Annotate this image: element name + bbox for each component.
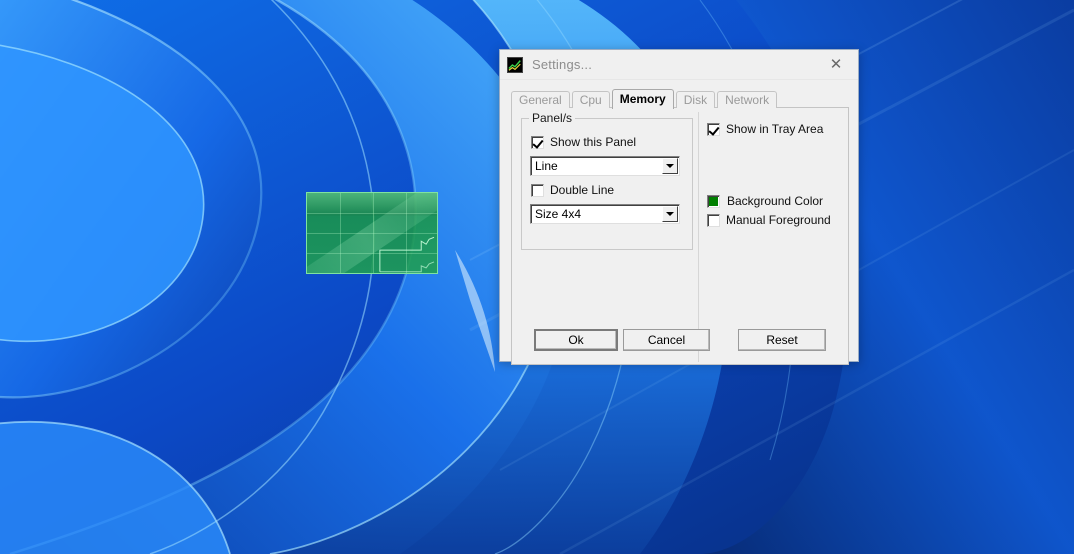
show-in-tray-label: Show in Tray Area bbox=[726, 122, 824, 136]
panels-groupbox: Panel/s Show this Panel Line Double Line… bbox=[521, 111, 693, 250]
panel-size-combobox[interactable]: Size 4x4 bbox=[530, 204, 680, 224]
tab-cpu[interactable]: Cpu bbox=[571, 91, 610, 108]
settings-dialog: Settings... ✕ General Cpu Memory Disk Ne… bbox=[499, 49, 859, 365]
dialog-titlebar[interactable]: Settings... ✕ bbox=[500, 50, 858, 80]
tab-general[interactable]: General bbox=[511, 91, 570, 108]
tabstrip: General Cpu Memory Disk Network bbox=[511, 89, 779, 109]
tab-network[interactable]: Network bbox=[717, 91, 778, 108]
checkbox-indicator bbox=[531, 135, 544, 149]
panel-style-value: Line bbox=[535, 159, 558, 173]
chart-icon bbox=[507, 56, 523, 73]
panel-style-combobox[interactable]: Line bbox=[530, 156, 680, 176]
show-this-panel-checkbox[interactable]: Show this Panel bbox=[531, 135, 636, 149]
checkbox-indicator bbox=[707, 122, 720, 136]
panel-size-value: Size 4x4 bbox=[535, 207, 582, 221]
background-color-label: Background Color bbox=[727, 194, 824, 208]
ok-button[interactable]: Ok bbox=[534, 329, 618, 351]
tab-memory[interactable]: Memory bbox=[611, 89, 674, 109]
background-color-swatch[interactable] bbox=[707, 194, 720, 208]
tab-page-memory: Panel/s Show this Panel Line Double Line… bbox=[511, 107, 849, 365]
chevron-down-icon[interactable] bbox=[662, 206, 678, 222]
column-divider bbox=[698, 112, 699, 362]
show-this-panel-label: Show this Panel bbox=[550, 135, 637, 149]
show-in-tray-checkbox[interactable]: Show in Tray Area bbox=[707, 122, 823, 136]
cancel-button[interactable]: Cancel bbox=[623, 329, 710, 351]
checkbox-indicator bbox=[531, 183, 544, 197]
desktop-screen: Settings... ✕ General Cpu Memory Disk Ne… bbox=[0, 0, 1074, 554]
close-icon[interactable]: ✕ bbox=[814, 50, 858, 78]
chevron-down-icon[interactable] bbox=[662, 158, 678, 174]
panels-groupbox-title: Panel/s bbox=[529, 111, 576, 125]
manual-foreground-label: Manual Foreground bbox=[726, 213, 831, 227]
tab-disk[interactable]: Disk bbox=[675, 91, 716, 108]
double-line-checkbox[interactable]: Double Line bbox=[531, 183, 614, 197]
dialog-title: Settings... bbox=[532, 57, 593, 72]
reset-button[interactable]: Reset bbox=[738, 329, 826, 351]
double-line-label: Double Line bbox=[550, 183, 615, 197]
panel-line-plot bbox=[379, 236, 435, 273]
checkbox-indicator bbox=[707, 213, 720, 227]
memory-graph-panel[interactable] bbox=[306, 192, 438, 274]
background-color-row[interactable]: Background Color bbox=[707, 194, 823, 208]
manual-foreground-checkbox[interactable]: Manual Foreground bbox=[707, 213, 831, 227]
